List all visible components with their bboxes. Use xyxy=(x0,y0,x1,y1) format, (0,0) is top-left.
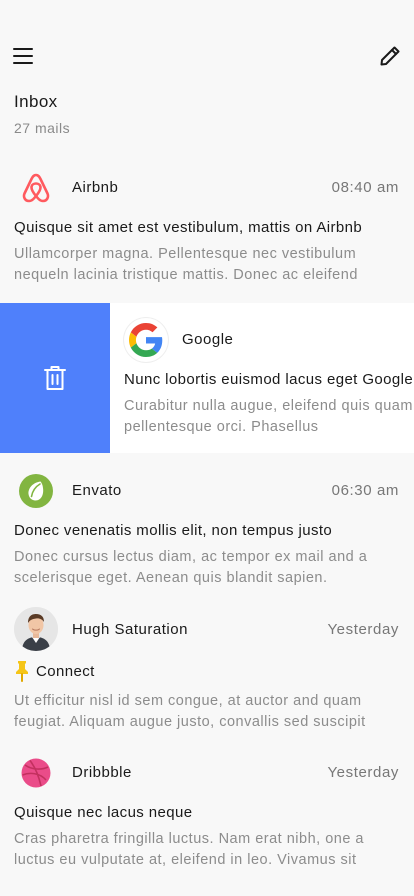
mail-preview: Ullamcorper magna. Pellentesque nec vest… xyxy=(14,246,358,283)
mail-item-airbnb[interactable]: Airbnb 08:40 am Quisque sit amet est ves… xyxy=(0,166,414,291)
top-bar xyxy=(0,0,414,90)
sender-name: Envato xyxy=(72,482,122,499)
mail-item-envato[interactable]: Envato 06:30 am Donec venenatis mollis e… xyxy=(0,469,414,594)
mail-subject: Donec venenatis mollis elit, non tempus … xyxy=(14,522,333,539)
mail-preview: Curabitur nulla augue, eleifend quis qua… xyxy=(124,398,414,435)
mail-subject: Nunc lobortis euismod lacus eget Google xyxy=(124,371,414,388)
google-logo-icon xyxy=(124,318,168,362)
sender-name: Google xyxy=(182,331,234,348)
pencil-icon[interactable] xyxy=(378,44,402,68)
mail-time: 08:40 am xyxy=(331,179,399,196)
sender-name: Dribbble xyxy=(72,764,132,781)
mail-count: 27 mails xyxy=(14,120,71,136)
mail-item-google[interactable]: Google Nunc lobortis euismod lacus eget … xyxy=(110,303,414,453)
inbox-heading: Inbox 27 mails xyxy=(14,92,70,136)
swiped-mail-row: Google Nunc lobortis euismod lacus eget … xyxy=(0,303,414,453)
mail-preview: Ut efficitur nisl id sem congue, at auct… xyxy=(14,693,366,730)
trash-icon xyxy=(44,366,66,390)
sender-name: Airbnb xyxy=(72,179,119,196)
mail-preview: Donec cursus lectus diam, ac tempor ex m… xyxy=(14,549,368,586)
mail-time: Yesterday xyxy=(327,764,399,781)
hamburger-menu-icon[interactable] xyxy=(12,44,36,68)
mail-item-dribbble[interactable]: Dribbble Yesterday Quisque nec lacus neq… xyxy=(0,751,414,876)
mail-preview: Cras pharetra fringilla luctus. Nam erat… xyxy=(14,831,364,868)
mail-subject: Quisque nec lacus neque xyxy=(14,804,193,821)
page-title: Inbox xyxy=(14,92,58,111)
airbnb-logo-icon xyxy=(14,166,58,210)
delete-button[interactable] xyxy=(0,303,110,453)
mail-preview-container: Ut efficitur nisl id sem congue, at auct… xyxy=(0,691,414,735)
dribbble-logo-icon xyxy=(14,751,58,795)
sender-name: Hugh Saturation xyxy=(72,621,188,638)
mail-time: 06:30 am xyxy=(331,482,399,499)
avatar xyxy=(14,607,58,651)
pushpin-icon xyxy=(16,661,28,682)
mail-subject: Connect xyxy=(36,662,95,680)
pinned-subject-row: Connect xyxy=(14,660,95,682)
mail-time: Yesterday xyxy=(327,621,399,638)
mail-subject: Quisque sit amet est vestibulum, mattis … xyxy=(14,219,363,236)
envato-logo-icon xyxy=(14,469,58,513)
